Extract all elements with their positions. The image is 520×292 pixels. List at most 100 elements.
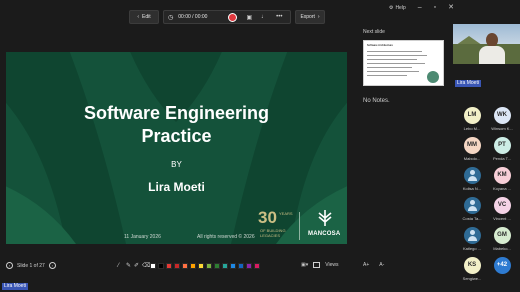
pen-color-swatch[interactable] — [238, 262, 244, 269]
views-label[interactable]: Views — [325, 262, 338, 268]
participant-avatar: KM — [493, 167, 511, 184]
pen-color-swatch[interactable] — [190, 262, 196, 269]
participant-avatar: MM — [463, 137, 481, 154]
participant-tile[interactable]: LM Lebo M... — [458, 107, 486, 131]
more-options-icon[interactable]: ••• — [276, 14, 282, 20]
pen-color-swatch[interactable] — [166, 262, 172, 269]
slide-background-pattern — [6, 52, 347, 244]
pen-color-swatch[interactable] — [214, 262, 220, 269]
brand-mark-icon — [318, 210, 332, 226]
participant-name: Mabeko... — [493, 246, 511, 251]
participant-name: Vincent ... — [493, 216, 511, 221]
laser-pointer-icon[interactable]: ⁄ — [118, 263, 124, 269]
speaker-notes: No Notes. — [363, 98, 390, 104]
next-slide-label: Next slide — [363, 29, 385, 35]
chevron-right-icon: › — [317, 14, 320, 20]
timer-readout: 00:00 / 00:00 — [178, 14, 208, 20]
views-icon[interactable] — [313, 262, 321, 268]
eraser-icon[interactable]: ⌫ — [142, 262, 150, 269]
camera-icon[interactable]: ▣ — [246, 14, 252, 21]
thumb-text-line — [367, 63, 425, 64]
record-button[interactable] — [228, 12, 238, 22]
thumb-text-line — [367, 71, 419, 72]
video-name-tag: Lira Moeti — [455, 80, 481, 87]
participant-tile[interactable]: Kolisa N... — [458, 167, 486, 191]
participant-tile[interactable]: Katlego ... — [458, 227, 486, 251]
pen-color-swatch[interactable] — [158, 262, 164, 269]
participant-tile[interactable]: KS Sengiwe... — [458, 257, 486, 281]
participant-name: Kolisa N... — [462, 186, 482, 191]
pen-color-swatch[interactable] — [230, 262, 236, 269]
view-controls: ▣▾ Views — [301, 262, 338, 268]
thumb-title: Software Architecture — [367, 44, 393, 47]
slide-title-line1: Software Engineering — [83, 103, 270, 123]
logo-divider — [299, 212, 300, 240]
pen-color-swatch[interactable] — [222, 262, 228, 269]
increase-font-button[interactable]: A+ — [363, 262, 369, 268]
edit-button[interactable]: ‹ Edit — [129, 10, 159, 24]
highlighter-icon[interactable]: ✐ — [134, 262, 140, 269]
participant-tile[interactable]: GM Mabeko... — [488, 227, 516, 251]
participant-avatar: PT — [493, 137, 511, 154]
slide-author: Lira Moeti — [148, 180, 205, 194]
pen-color-swatch[interactable] — [254, 262, 260, 269]
presenter-video[interactable] — [453, 24, 520, 64]
next-slide-button[interactable]: › — [48, 262, 56, 269]
microphone-icon[interactable]: ♩ — [261, 14, 267, 20]
export-button[interactable]: Export › — [295, 10, 325, 24]
presenter-toolbar: ‹ Edit ◷ 00:00 / 00:00 ▣ ♩ ••• Export › — [0, 10, 446, 24]
current-slide: Software Engineering Practice BY Lira Mo… — [6, 52, 347, 244]
participant-tile[interactable]: PT Penda T... — [488, 137, 516, 161]
pen-color-swatch[interactable] — [206, 262, 212, 269]
pen-color-swatch[interactable] — [182, 262, 188, 269]
participant-name: Koyana ... — [492, 186, 511, 191]
brand-name: MANCOSA — [308, 231, 341, 237]
person-icon — [463, 227, 481, 244]
edit-label: Edit — [142, 14, 151, 20]
font-size-controls: A+ A- — [363, 262, 384, 268]
participant-tile[interactable]: +42 — [488, 257, 516, 281]
brand-logo: MANCOSA — [304, 209, 347, 241]
participant-tile[interactable]: VC Vincent ... — [488, 197, 516, 221]
participant-avatar: KS — [463, 257, 481, 274]
participant-name: Costa Ta... — [462, 216, 482, 221]
timer-icon: ◷ — [168, 14, 174, 21]
bottom-bar: ‹ Slide 1 of 27 › ⁄ ✎ ✐ ⌫ ▣▾ Views A+ A- — [0, 258, 446, 274]
screen-share-icon[interactable]: ▣▾ — [301, 262, 308, 268]
participant-tile[interactable]: KM Koyana ... — [488, 167, 516, 191]
chevron-left-icon: ‹ — [137, 14, 140, 20]
next-slide-thumbnail[interactable]: Software Architecture — [363, 40, 444, 86]
participant-name: Winsom K... — [491, 126, 513, 131]
participant-tile[interactable]: WK Winsom K... — [488, 107, 516, 131]
participant-name: Mabolo... — [463, 156, 481, 161]
recording-controls: ◷ 00:00 / 00:00 ▣ ♩ ••• — [163, 10, 291, 24]
close-button[interactable]: ✕ — [448, 4, 454, 11]
previous-slide-button[interactable]: ‹ — [6, 262, 13, 269]
pen-color-swatch[interactable] — [174, 262, 180, 269]
slide-title-line2: Practice — [141, 126, 212, 146]
participant-avatar: LM — [463, 107, 481, 124]
thumb-text-line — [367, 75, 407, 76]
presenter-body — [479, 46, 505, 64]
decrease-font-button[interactable]: A- — [379, 262, 384, 268]
participant-tile[interactable]: MM Mabolo... — [458, 137, 486, 161]
presenter-name-tag: Lira Moeti — [2, 283, 28, 290]
thumb-text-line — [367, 67, 412, 68]
pen-color-swatch[interactable] — [198, 262, 204, 269]
pen-color-swatch[interactable] — [150, 262, 156, 269]
thumb-text-line — [367, 59, 417, 60]
participant-avatar: VC — [493, 197, 511, 214]
thumb-text-line — [367, 51, 422, 52]
participant-name: Sengiwe... — [462, 276, 482, 281]
participant-tile[interactable]: Costa Ta... — [458, 197, 486, 221]
slide-navigation: ‹ Slide 1 of 27 › — [6, 262, 56, 269]
slide-by: BY — [171, 160, 182, 169]
pen-color-swatch[interactable] — [246, 262, 252, 269]
pen-icon[interactable]: ✎ — [126, 262, 132, 269]
participant-avatar: WK — [493, 107, 511, 124]
export-label: Export — [300, 14, 315, 20]
annotation-tools: ⁄ ✎ ✐ ⌫ — [118, 262, 260, 269]
participant-name: Lebo M... — [463, 126, 481, 131]
slide-rights: All rights reserved © 2026 — [197, 234, 255, 240]
participant-avatar: +42 — [493, 257, 511, 274]
